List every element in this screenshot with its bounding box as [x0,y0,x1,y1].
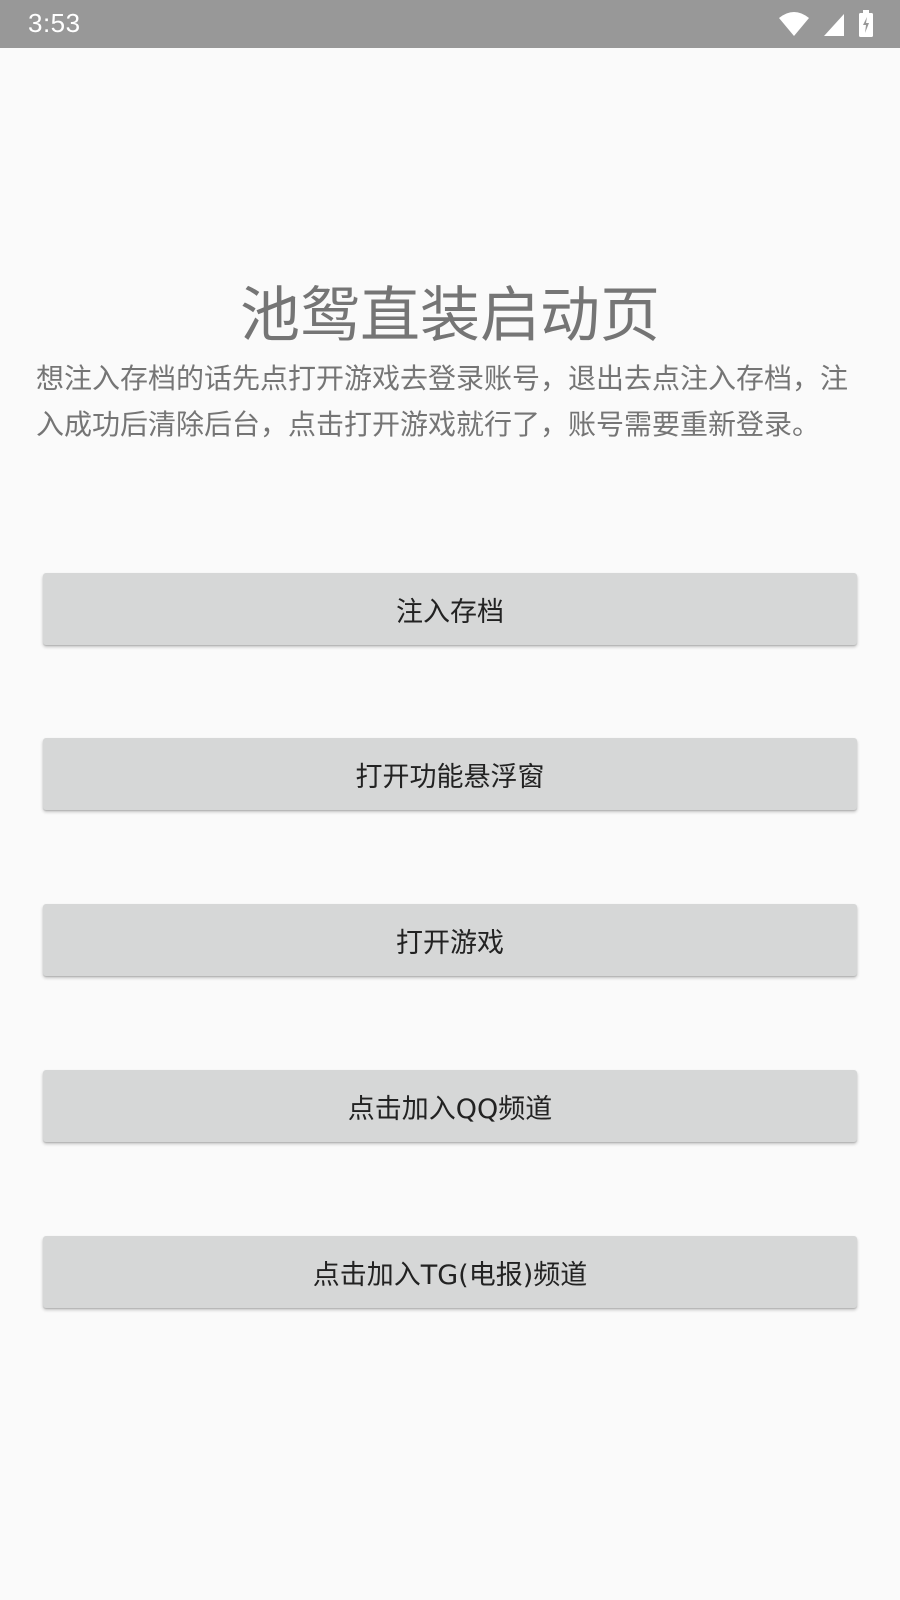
main-content: 池鸳直装启动页 想注入存档的话先点打开游戏去登录账号，退出去点注入存档，注入成功… [0,48,900,1600]
wifi-icon [778,10,810,38]
inject-save-button[interactable]: 注入存档 [43,573,857,645]
open-game-button[interactable]: 打开游戏 [43,904,857,976]
battery-charging-icon [858,10,874,38]
cell-signal-icon [822,10,846,38]
status-time: 3:53 [28,8,81,38]
instructions-text: 想注入存档的话先点打开游戏去登录账号，退出去点注入存档，注入成功后清除后台，点击… [36,362,849,441]
app-screen: 3:53 池鸳直装启动页 想注入存档的话先点打开游戏去登录账号，退出去点注入存档… [0,0,900,1600]
open-floating-window-button[interactable]: 打开功能悬浮窗 [43,738,857,810]
status-bar: 3:53 [0,0,900,48]
page-title: 池鸳直装启动页 [240,281,660,351]
join-tg-channel-button[interactable]: 点击加入TG(电报)频道 [43,1236,857,1308]
status-icons [778,10,874,38]
join-qq-channel-button[interactable]: 点击加入QQ频道 [43,1070,857,1142]
